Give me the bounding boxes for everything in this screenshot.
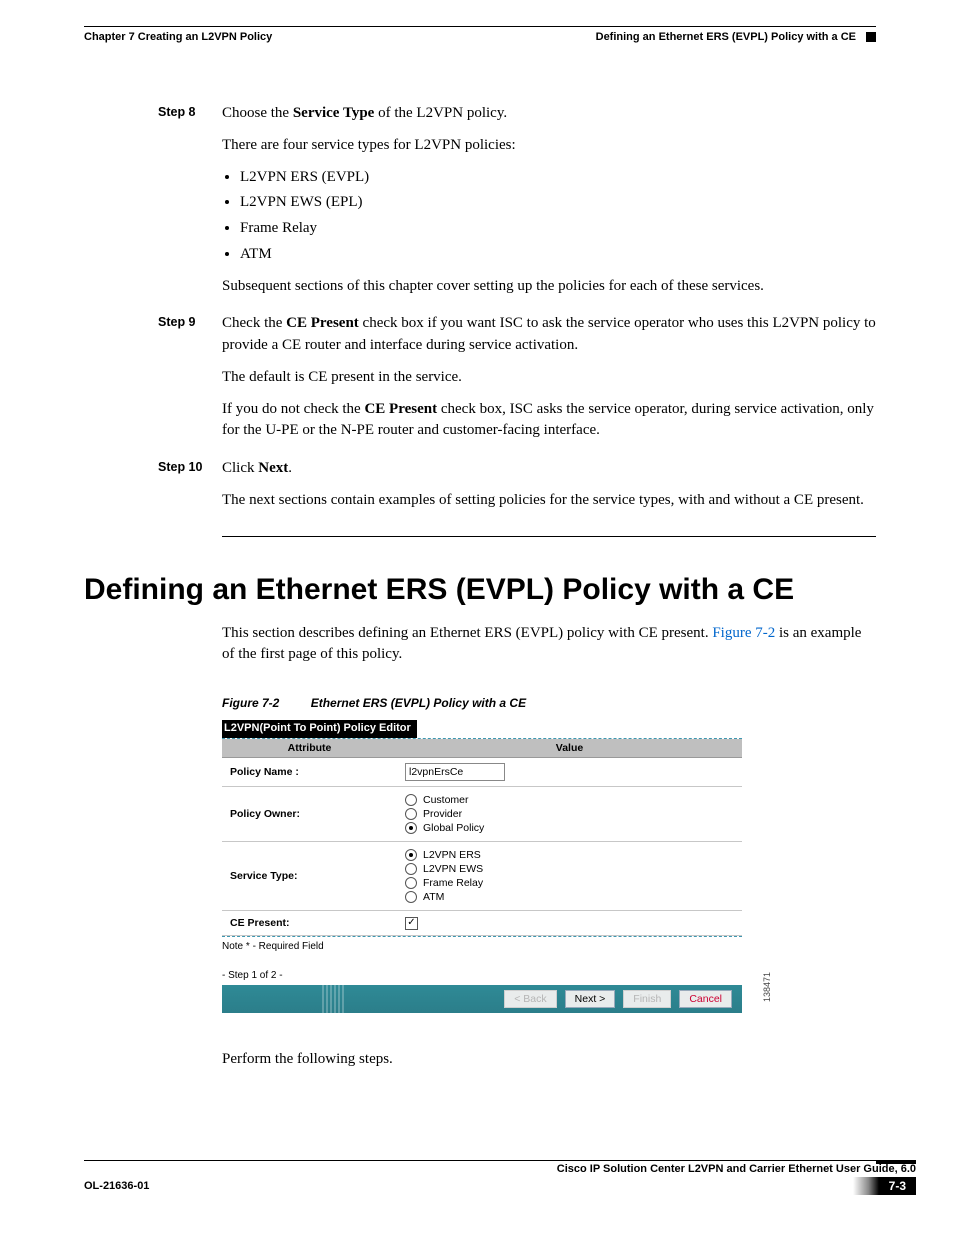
- editor-table: Attribute Value Policy Name : Policy Own…: [222, 739, 742, 936]
- step-10: Step 10 Click Next. The next sections co…: [84, 458, 876, 522]
- radio-l2vpn-ews[interactable]: L2VPN EWS: [405, 863, 734, 875]
- step-label: Step 9: [158, 315, 222, 329]
- step-9: Step 9 Check the CE Present check box if…: [84, 313, 876, 452]
- cancel-button[interactable]: Cancel: [679, 990, 732, 1008]
- editor-title: L2VPN(Point To Point) Policy Editor: [222, 720, 417, 738]
- radio-customer[interactable]: Customer: [405, 794, 734, 806]
- policy-name-input[interactable]: [405, 763, 505, 781]
- after-figure-text: Perform the following steps.: [222, 1049, 876, 1071]
- step-text: Click Next.: [222, 458, 876, 480]
- ce-present-label: CE Present:: [222, 911, 397, 936]
- section-title: Defining an Ethernet ERS (EVPL) Policy w…: [84, 573, 876, 607]
- step-text: Check the CE Present check box if you wa…: [222, 313, 876, 357]
- back-button[interactable]: < Back: [504, 990, 556, 1008]
- radio-icon: [405, 808, 417, 820]
- wizard-bar: < Back Next > Finish Cancel: [222, 985, 742, 1013]
- bullet-item: L2VPN ERS (EVPL): [240, 167, 876, 189]
- radio-icon: [405, 794, 417, 806]
- step-text: Subsequent sections of this chapter cove…: [222, 276, 876, 298]
- header-rule: [84, 26, 876, 27]
- col-value: Value: [397, 739, 742, 758]
- page-footer: Cisco IP Solution Center L2VPN and Carri…: [84, 1160, 916, 1195]
- wizard-step-indicator: - Step 1 of 2 -: [222, 970, 742, 981]
- radio-icon: [405, 863, 417, 875]
- step-8: Step 8 Choose the Service Type of the L2…: [84, 103, 876, 307]
- radio-icon: [405, 877, 417, 889]
- running-head-section: Defining an Ethernet ERS (EVPL) Policy w…: [596, 31, 856, 43]
- running-head: Chapter 7 Creating an L2VPN Policy Defin…: [84, 31, 876, 43]
- figure-id: 138471: [762, 972, 772, 1002]
- next-button[interactable]: Next >: [565, 990, 616, 1008]
- service-type-label: Service Type:: [222, 842, 397, 911]
- figure-number: Figure 7-2: [222, 696, 307, 710]
- radio-icon: [405, 822, 417, 834]
- step-label: Step 10: [158, 460, 222, 474]
- step-body: Click Next. The next sections contain ex…: [222, 458, 876, 522]
- radio-global-policy[interactable]: Global Policy: [405, 822, 734, 834]
- policy-name-label: Policy Name :: [230, 766, 299, 778]
- policy-editor-figure: L2VPN(Point To Point) Policy Editor Attr…: [222, 720, 742, 1013]
- editor-panel: Attribute Value Policy Name : Policy Own…: [222, 738, 742, 937]
- section-intro: This section describes defining an Ether…: [222, 623, 876, 667]
- header-marker: [866, 32, 876, 42]
- radio-atm[interactable]: ATM: [405, 891, 734, 903]
- radio-frame-relay[interactable]: Frame Relay: [405, 877, 734, 889]
- doc-number: OL-21636-01: [84, 1180, 149, 1192]
- footer-guide: Cisco IP Solution Center L2VPN and Carri…: [84, 1160, 916, 1175]
- finish-button[interactable]: Finish: [623, 990, 671, 1008]
- step-text: If you do not check the CE Present check…: [222, 399, 876, 443]
- running-head-left: Chapter 7 Creating an L2VPN Policy: [84, 31, 272, 43]
- step-text: The next sections contain examples of se…: [222, 490, 876, 512]
- radio-l2vpn-ers[interactable]: L2VPN ERS: [405, 849, 734, 861]
- figure-ref-link[interactable]: Figure 7-2: [712, 625, 775, 641]
- ce-present-checkbox[interactable]: ✓: [405, 917, 418, 930]
- step-body: Check the CE Present check box if you wa…: [222, 313, 876, 452]
- step-body: Choose the Service Type of the L2VPN pol…: [222, 103, 876, 307]
- figure-title: Ethernet ERS (EVPL) Policy with a CE: [311, 696, 526, 710]
- bullet-list: L2VPN ERS (EVPL) L2VPN EWS (EPL) Frame R…: [222, 167, 876, 266]
- section-rule: [222, 536, 876, 537]
- step-text: The default is CE present in the service…: [222, 367, 876, 389]
- figure-caption: Figure 7-2 Ethernet ERS (EVPL) Policy wi…: [222, 696, 876, 710]
- page-number: 7-3: [879, 1177, 916, 1195]
- bullet-item: ATM: [240, 244, 876, 266]
- step-label: Step 8: [158, 105, 222, 119]
- radio-icon: [405, 849, 417, 861]
- step-text: Choose the Service Type of the L2VPN pol…: [222, 103, 876, 125]
- col-attribute: Attribute: [222, 739, 397, 758]
- radio-provider[interactable]: Provider: [405, 808, 734, 820]
- bullet-item: L2VPN EWS (EPL): [240, 192, 876, 214]
- footer-marker: [876, 1160, 916, 1164]
- required-note: Note * - Required Field: [222, 941, 742, 952]
- policy-owner-label: Policy Owner:: [222, 787, 397, 842]
- running-head-right: Defining an Ethernet ERS (EVPL) Policy w…: [596, 31, 876, 43]
- radio-icon: [405, 891, 417, 903]
- step-text: There are four service types for L2VPN p…: [222, 135, 876, 157]
- bullet-item: Frame Relay: [240, 218, 876, 240]
